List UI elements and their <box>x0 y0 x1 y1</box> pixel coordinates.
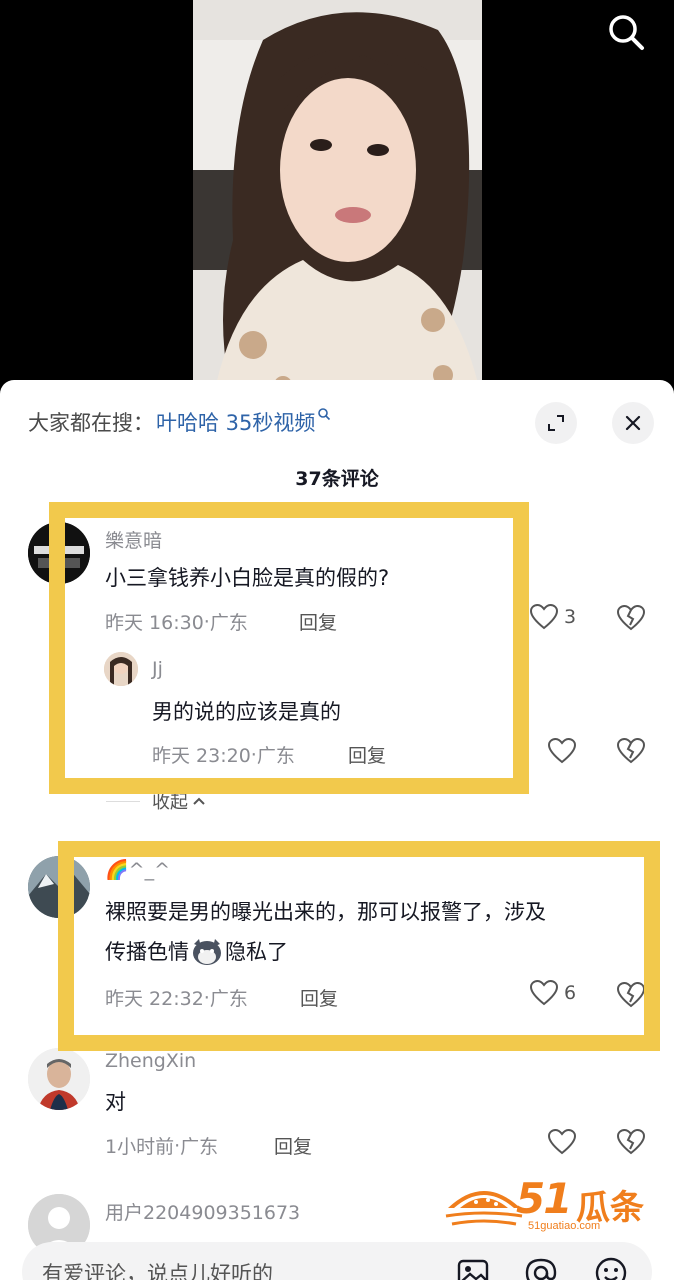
heart-icon <box>530 980 558 1006</box>
trending-search-link[interactable]: 叶哈哈 35秒视频 <box>156 407 315 437</box>
trending-search-bar[interactable]: 大家都在搜： 叶哈哈 35秒视频 <box>28 404 331 440</box>
comment-meta: 昨天 22:32 · 广东 <box>105 984 248 1011</box>
heart-icon <box>530 604 558 630</box>
comment-text-line-1: 裸照要是男的曝光出来的，那可以报警了，涉及 <box>105 900 546 924</box>
like-count: 3 <box>564 606 577 628</box>
watermark-brand: 51 <box>516 1174 572 1223</box>
comment-count: 37条评论 <box>295 468 379 490</box>
heart-icon <box>548 738 576 764</box>
avatar-image <box>28 856 90 918</box>
comment-author[interactable]: 🌈^_^ <box>105 858 170 881</box>
watermark: 51 瓜条 51guatiao.com <box>444 1174 654 1236</box>
reply-button[interactable]: 回复 <box>274 1132 312 1159</box>
watermelon-logo-icon <box>445 1191 523 1226</box>
comment-location: 广东 <box>209 612 248 634</box>
avatar[interactable] <box>28 522 90 584</box>
reply-text: 男的说的应该是真的 <box>152 700 341 724</box>
close-button[interactable] <box>612 402 654 444</box>
comment-author[interactable]: ZhengXin <box>105 1050 196 1072</box>
collapse-replies-button[interactable]: 收起 <box>106 788 206 814</box>
heart-icon <box>548 1129 576 1155</box>
comment-location: 广东 <box>209 988 248 1010</box>
image-button[interactable] <box>456 1256 490 1280</box>
dislike-button[interactable] <box>616 737 646 768</box>
at-icon <box>525 1258 557 1280</box>
reply-location: 广东 <box>256 745 295 767</box>
watermark-url: 51guatiao.com <box>528 1220 601 1232</box>
reply-time: 昨天 23:20 <box>152 745 251 767</box>
avatar-image <box>28 522 90 584</box>
comment-text: 小三拿钱养小白脸是真的假的? <box>105 566 390 590</box>
search-small-icon <box>317 407 331 425</box>
emoji-button[interactable] <box>594 1256 628 1280</box>
broken-heart-icon <box>616 1128 646 1155</box>
like-count: 6 <box>564 982 577 1004</box>
video-thumbnail-illustration <box>193 0 482 400</box>
comment-time: 1小时前 <box>105 1136 175 1158</box>
expand-button[interactable] <box>535 402 577 444</box>
avatar[interactable] <box>28 856 90 918</box>
reply-meta: 昨天 23:20 · 广东 <box>152 741 295 768</box>
comment-input-placeholder[interactable]: 有爱评论，说点儿好听的 <box>42 1258 273 1280</box>
dislike-button[interactable] <box>616 981 646 1012</box>
broken-heart-icon <box>616 604 646 631</box>
comment-meta: 昨天 16:30 · 广东 <box>105 608 248 635</box>
collapse-label: 收起 <box>152 792 188 813</box>
comment-text-line-2: 传播色情 隐私了 <box>105 934 288 970</box>
video-frame <box>193 0 482 400</box>
chevron-up-icon <box>193 797 205 805</box>
comment-author[interactable]: 用户2204909351673 <box>105 1198 300 1225</box>
comment-sheet: 大家都在搜： 叶哈哈 35秒视频 37条评论 樂意暗 小三拿钱养小白脸是真的假的… <box>0 380 674 1280</box>
like-button[interactable]: 6 <box>530 980 576 1006</box>
husky-emoji-icon <box>193 939 221 965</box>
video-player[interactable] <box>0 0 674 400</box>
comment-time: 昨天 22:32 <box>105 988 204 1010</box>
emoji-icon <box>595 1257 627 1280</box>
avatar[interactable] <box>104 652 138 686</box>
trending-search-prefix: 大家都在搜： <box>28 411 154 435</box>
comment-text-part: 传播色情 <box>105 940 189 964</box>
avatar-image <box>28 1048 90 1110</box>
comment-location: 广东 <box>180 1136 219 1158</box>
reply-button[interactable]: 回复 <box>300 984 338 1011</box>
comment-input-bar[interactable]: 有爱评论，说点儿好听的 <box>22 1242 652 1280</box>
expand-icon <box>548 415 564 431</box>
image-icon <box>457 1259 489 1280</box>
reply-author[interactable]: Jj <box>152 658 163 680</box>
mention-button[interactable] <box>524 1256 558 1280</box>
comment-author[interactable]: 樂意暗 <box>105 526 162 553</box>
search-icon <box>609 15 644 50</box>
divider <box>106 800 140 802</box>
dislike-button[interactable] <box>616 604 646 635</box>
avatar-image <box>104 652 138 686</box>
like-button[interactable]: 3 <box>530 604 576 630</box>
reply-button[interactable]: 回复 <box>299 608 337 635</box>
reply-button[interactable]: 回复 <box>348 741 386 768</box>
avatar[interactable] <box>28 1048 90 1110</box>
like-button[interactable] <box>548 1129 576 1155</box>
like-button[interactable] <box>548 738 576 764</box>
broken-heart-icon <box>616 737 646 764</box>
comment-meta: 1小时前 · 广东 <box>105 1132 218 1159</box>
comment-time: 昨天 16:30 <box>105 612 204 634</box>
comment-text: 对 <box>105 1090 126 1114</box>
broken-heart-icon <box>616 981 646 1008</box>
close-icon <box>625 415 641 431</box>
comment-text-part: 隐私了 <box>225 940 288 964</box>
dislike-button[interactable] <box>616 1128 646 1159</box>
search-button[interactable] <box>604 10 648 54</box>
